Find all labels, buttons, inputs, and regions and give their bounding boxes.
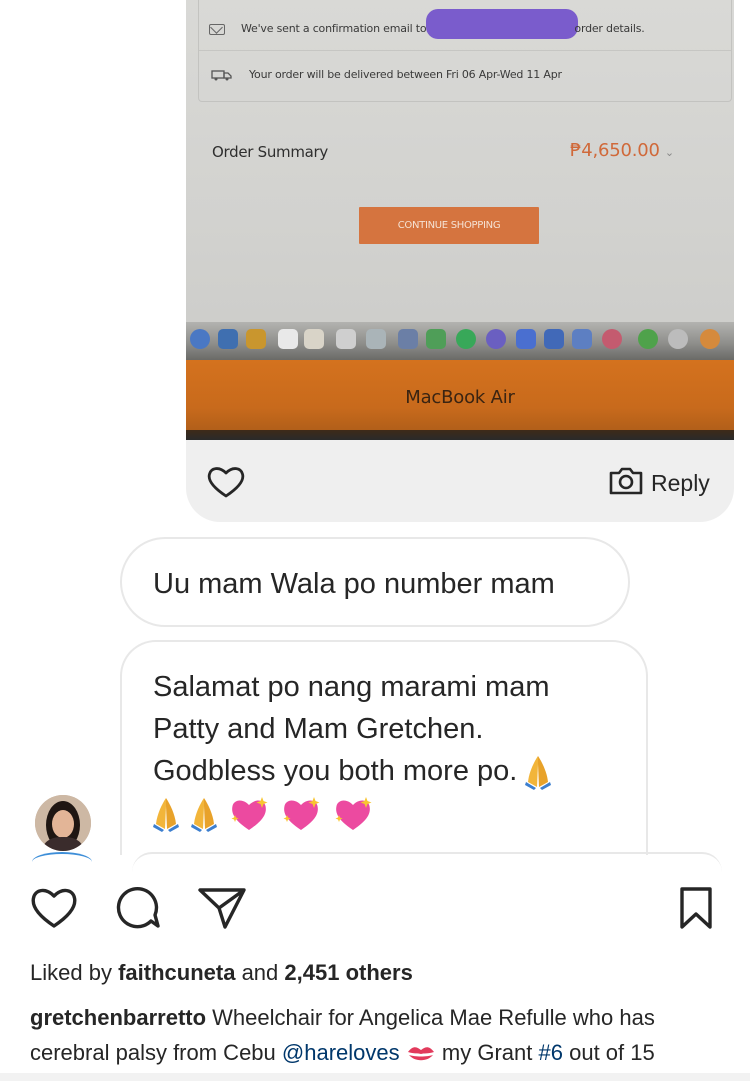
caption-username[interactable]: gretchenbarretto <box>30 1005 206 1030</box>
delivery-notice: Your order will be delivered between Fri… <box>211 68 562 81</box>
dock-app-icon <box>638 329 658 349</box>
caption-text: my Grant <box>441 1040 533 1065</box>
reply-label: Reply <box>651 469 710 496</box>
heart-outline-icon <box>207 467 245 503</box>
like-icon[interactable] <box>30 886 78 935</box>
dock-app-icon <box>336 329 356 349</box>
macbook-label: MacBook Air <box>405 387 515 408</box>
dock-app-icon <box>700 329 720 349</box>
caption-hashtag[interactable]: #6 <box>538 1040 562 1065</box>
likes-count[interactable]: 2,451 others <box>284 960 412 985</box>
divider <box>199 50 731 51</box>
comment-icon[interactable] <box>115 886 161 935</box>
email-notice: We've sent a confirmation email to order … <box>209 9 645 39</box>
laptop-body: MacBook Air <box>186 360 734 440</box>
order-total: ₱4,650.00 ⌄ <box>570 140 674 161</box>
message-text: Uu mam Wala po number mam <box>153 568 555 600</box>
sparkling-heart-emoji <box>231 797 268 831</box>
redacted-email <box>426 9 579 39</box>
dock-app-icon <box>304 329 324 349</box>
like-message-button[interactable] <box>207 465 245 499</box>
dock-app-icon <box>602 329 622 349</box>
story-ring <box>32 852 92 872</box>
post-caption: gretchenbarretto Wheelchair for Angelica… <box>30 1000 730 1070</box>
message-bubble[interactable]: Salamat po nang marami mam Patty and Mam… <box>120 640 648 855</box>
order-confirmation-photo: We've sent a confirmation email to order … <box>186 0 734 440</box>
sparkling-heart-emoji <box>283 797 320 831</box>
save-icon[interactable] <box>678 886 714 935</box>
dock-app-icon <box>366 329 386 349</box>
message-text: Patty and Mam Gretchen. <box>153 713 484 745</box>
message-bubble[interactable]: Uu mam Wala po number mam <box>120 537 630 627</box>
dock-app-icon <box>486 329 506 349</box>
confirmation-box: We've sent a confirmation email to order … <box>198 0 732 102</box>
dock-app-icon <box>668 329 688 349</box>
message-text: Godbless you both more po. <box>153 750 646 792</box>
caption-mention[interactable]: @hareloves <box>282 1040 400 1065</box>
dock-app-icon <box>572 329 592 349</box>
truck-icon <box>211 69 233 81</box>
reply-button[interactable]: Reply <box>608 463 710 503</box>
emoji-row <box>153 792 646 834</box>
bottom-divider <box>0 1073 750 1081</box>
mail-icon <box>209 23 225 35</box>
dock-app-icon <box>456 329 476 349</box>
post-action-bar <box>0 872 750 950</box>
dock-app-icon <box>516 329 536 349</box>
message-text: Salamat po nang marami mam <box>153 671 550 703</box>
order-summary-label: Order Summary <box>212 143 328 161</box>
caption-text: out of 15 <box>569 1040 655 1065</box>
dock-app-icon <box>218 329 238 349</box>
dock-app-icon <box>544 329 564 349</box>
message-bubble-partial <box>132 852 722 872</box>
avatar[interactable] <box>35 795 91 851</box>
folded-hands-emoji <box>525 756 552 791</box>
dock-app-icon <box>398 329 418 349</box>
camera-icon <box>608 466 644 501</box>
dock-app-icon <box>246 329 266 349</box>
dock-app-icon <box>190 329 210 349</box>
kiss-mark-emoji <box>407 1047 434 1061</box>
photo-message-bubble[interactable]: We've sent a confirmation email to order … <box>186 0 734 522</box>
folded-hands-emoji <box>153 798 179 833</box>
dock-app-icon <box>278 329 298 349</box>
likes-summary[interactable]: Liked by faithcuneta and 2,451 others <box>30 960 413 986</box>
chevron-down-icon: ⌄ <box>664 146 674 159</box>
share-icon[interactable] <box>197 886 247 935</box>
dock-app-icon <box>426 329 446 349</box>
liked-by-user[interactable]: faithcuneta <box>118 960 235 985</box>
folded-hands-emoji <box>191 798 218 833</box>
continue-shopping-button: CONTINUE SHOPPING <box>359 207 539 244</box>
sparkling-heart-emoji <box>335 797 372 831</box>
mac-dock <box>186 322 734 360</box>
